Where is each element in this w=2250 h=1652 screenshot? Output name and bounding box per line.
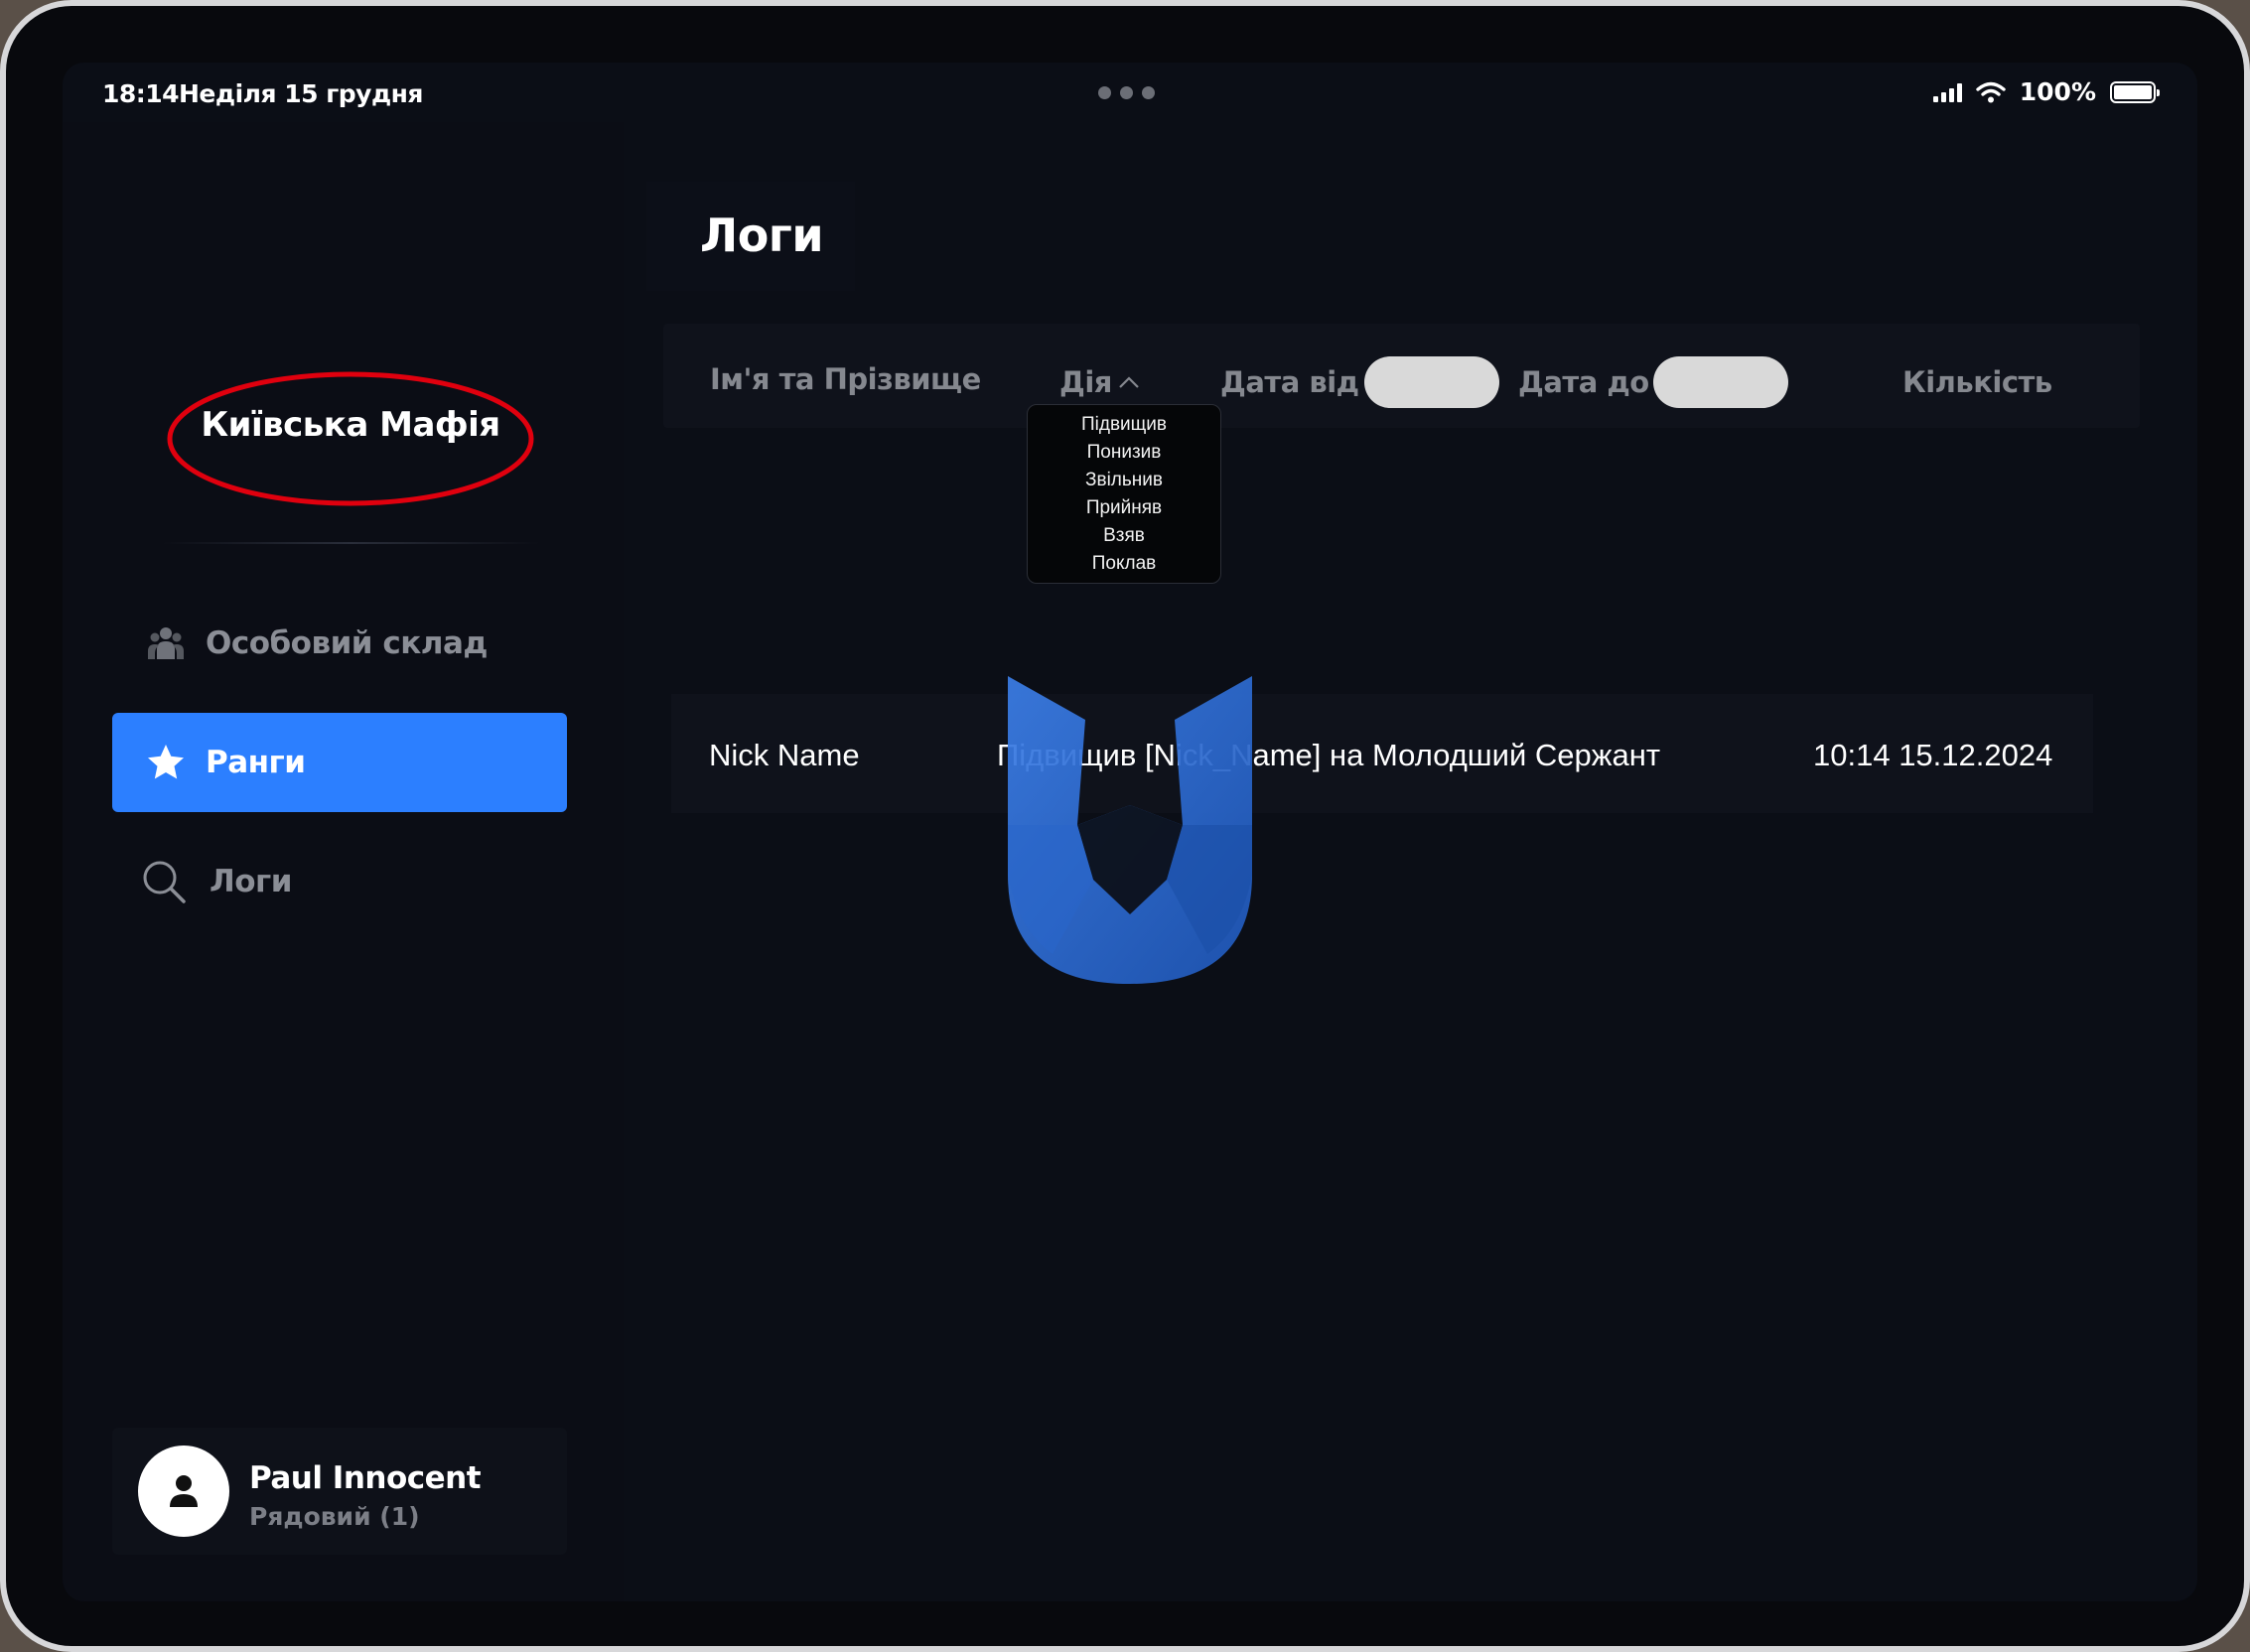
cellular-signal-icon [1932,82,1962,102]
action-option[interactable]: Підвищив [1028,411,1220,439]
battery-percent: 100% [2019,77,2096,106]
action-option[interactable]: Поклав [1028,550,1220,578]
sidebar-item-ranks[interactable]: Ранги [112,713,567,812]
column-name-header[interactable]: Ім'я та Прізвище [710,362,981,396]
status-date: Неділя 15 грудня [179,79,423,108]
page-title: Логи [700,208,824,262]
column-date-to-header: Дата до [1518,365,1649,399]
sidebar-item-logs[interactable]: Логи [112,832,567,931]
sidebar-item-staff[interactable]: Особовий склад [112,594,567,693]
people-icon [142,620,190,667]
wifi-icon [1976,81,2006,102]
org-name: Київська Мафія [201,405,500,445]
column-date-from-header: Дата від [1220,365,1359,399]
column-count-header[interactable]: Кількість [1902,365,2052,399]
date-from-input[interactable] [1364,356,1499,408]
multitasking-dots-icon[interactable] [1098,86,1155,99]
app-screen: 18:14 Неділя 15 грудня 100% Київська Маф… [63,63,2197,1601]
tablet-frame: 18:14 Неділя 15 грудня 100% Київська Маф… [0,0,2250,1652]
status-bar: 18:14 Неділя 15 грудня 100% [63,63,2197,122]
action-filter-toggle[interactable]: Дія [1059,365,1140,399]
row-time: 10:14 15.12.2024 [1813,738,2053,772]
star-shield-logo-icon [1008,676,1252,984]
action-option[interactable]: Звільнив [1028,467,1220,494]
user-rank: Рядовий (1) [249,1502,420,1531]
avatar [138,1446,229,1537]
column-action-header: Дія [1059,365,1112,399]
sidebar-item-label: Ранги [206,745,306,780]
sidebar-divider [162,542,539,544]
sidebar-item-label: Особовий склад [206,625,488,661]
status-indicators: 100% [1932,77,2160,106]
user-name: Paul Innocent [249,1460,482,1496]
tablet-bezel: 18:14 Неділя 15 грудня 100% Київська Маф… [6,6,2244,1646]
action-option[interactable]: Прийняв [1028,494,1220,522]
user-icon [170,1475,198,1507]
date-to-input[interactable] [1653,356,1788,408]
search-icon [140,858,188,905]
battery-icon [2110,80,2160,103]
status-time: 18:14 [102,79,180,108]
action-option[interactable]: Понизив [1028,439,1220,467]
user-profile-card[interactable]: Paul Innocent Рядовий (1) [112,1428,567,1555]
row-name: Nick Name [709,738,860,772]
action-option[interactable]: Взяв [1028,522,1220,550]
action-filter-dropdown: Підвищив Понизив Звільнив Прийняв Взяв П… [1027,404,1221,584]
star-icon [142,739,190,786]
chevron-up-icon [1119,376,1139,388]
sidebar-item-label: Логи [210,864,292,899]
